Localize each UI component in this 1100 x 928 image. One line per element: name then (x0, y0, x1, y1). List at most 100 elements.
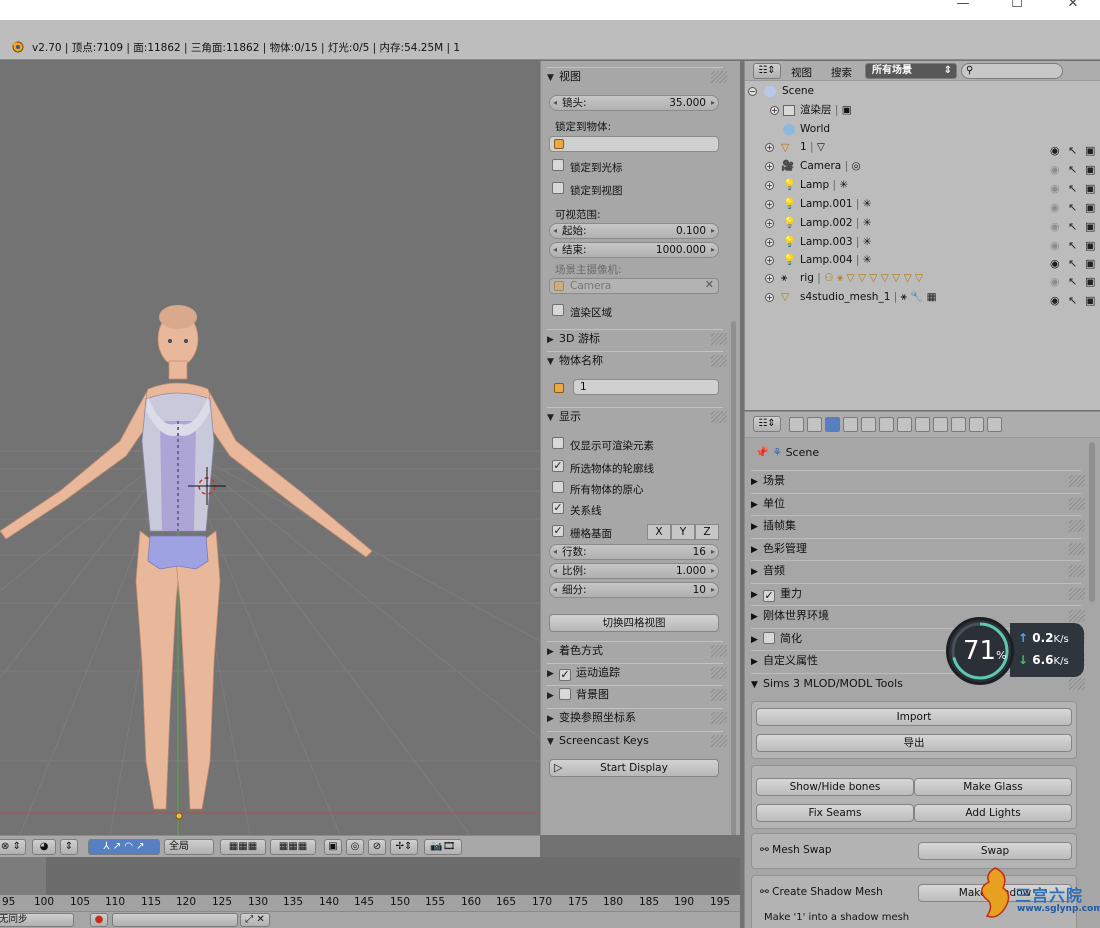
transform-orientation-select[interactable]: 全局 (164, 839, 214, 855)
object-tab-icon[interactable] (861, 417, 876, 432)
outliner-row-lamp-002[interactable]: + 💡 Lamp.002 | ✳ ◉ ↖ ▣ (745, 214, 1100, 233)
section-audio[interactable]: ▶ 音频 (751, 560, 1085, 580)
section-display[interactable]: ▼ 显示 (547, 407, 727, 425)
outliner-row-lamp-004[interactable]: + 💡 Lamp.004 | ✳ ◉ ↖ ▣ (745, 251, 1100, 270)
start-display-button[interactable]: ▷ Start Display (549, 759, 719, 777)
visibility-eye-icon[interactable]: ◉ (1050, 291, 1060, 310)
section-transform-orientations[interactable]: ▶ 变换参照坐标系 (547, 708, 727, 726)
outliner-search-input[interactable]: ⚲ (961, 63, 1063, 79)
section-shading[interactable]: ▶ 着色方式 (547, 641, 727, 659)
section-background-images[interactable]: ▶ 背景图 (547, 685, 727, 703)
shading-icon[interactable]: ◕ (32, 839, 56, 855)
outliner-row-1[interactable]: + ▽ 1 | ▽ ◉ ↖ ▣ (745, 138, 1100, 157)
close-icon[interactable]: ✕ (1050, 0, 1096, 20)
particles-tab-icon[interactable] (969, 417, 984, 432)
properties-n-panel[interactable]: ▼视图 镜头:35.000 锁定到物体: 锁定到光标 锁定到视图 可视范围: 起… (540, 61, 740, 835)
mode-icon[interactable]: ⊗ ⇕ (0, 839, 26, 855)
keying-set-field[interactable] (112, 913, 238, 927)
import-button[interactable]: Import (756, 708, 1072, 726)
select-pointer-icon[interactable]: ↖ (1068, 291, 1077, 310)
material-tab-icon[interactable] (933, 417, 948, 432)
pin-icon[interactable]: 📌 (755, 446, 769, 459)
make-glass-button[interactable]: Make Glass (914, 778, 1072, 796)
network-monitor-widget[interactable]: ↑ 0.2K/s ↓ 6.6K/s 71% (946, 617, 1084, 685)
texture-tab-icon[interactable] (951, 417, 966, 432)
outliner-row-scene[interactable]: − Scene (745, 82, 1100, 101)
all-origins-checkbox[interactable] (552, 481, 564, 493)
pivot-icon[interactable]: ⇕ (60, 839, 78, 855)
axis-x-toggle[interactable]: X (647, 524, 671, 540)
fix-seams-button[interactable]: Fix Seams (756, 804, 914, 822)
grid-floor-checkbox[interactable]: ✓ (552, 525, 564, 537)
npanel-scrollbar[interactable] (731, 321, 736, 835)
section-scene[interactable]: ▶ 场景 (751, 470, 1085, 490)
section-view[interactable]: ▼ 视图 (547, 67, 727, 85)
editor-type-icon[interactable]: ☷⇕ (753, 63, 781, 79)
outliner-row-world[interactable]: World (745, 120, 1100, 139)
constraints-tab-icon[interactable] (879, 417, 894, 432)
properties-scrollbar[interactable] (1089, 442, 1095, 602)
scene-tab-icon[interactable] (825, 417, 840, 432)
axis-y-toggle[interactable]: Y (671, 524, 695, 540)
section-keying-sets[interactable]: ▶ 插帧集 (751, 515, 1085, 535)
render-camera-icon[interactable]: ▣ (1085, 291, 1095, 310)
render-tab-icon[interactable] (789, 417, 804, 432)
simplify-checkbox[interactable] (763, 632, 775, 644)
grid-subdiv-field[interactable]: 细分:10 (549, 582, 719, 598)
outline-selected-checkbox[interactable]: ✓ (552, 460, 564, 472)
proportional-edit-icon[interactable]: ◎ (346, 839, 364, 855)
lock-layers-icon[interactable]: ▣ (324, 839, 342, 855)
outliner-search-menu[interactable]: 搜索 (831, 65, 852, 80)
record-icon[interactable]: ● (90, 913, 108, 927)
render-border-checkbox[interactable] (552, 304, 564, 316)
section-motion-tracking[interactable]: ▶ ✓ 运动追踪 (547, 663, 727, 681)
physics-tab-icon[interactable] (987, 417, 1002, 432)
gravity-checkbox[interactable]: ✓ (763, 590, 775, 602)
relationship-lines-checkbox[interactable]: ✓ (552, 502, 564, 514)
export-button[interactable]: 导出 (756, 734, 1072, 752)
section-item[interactable]: ▼ 物体名称 (547, 351, 727, 369)
axis-z-toggle[interactable]: Z (695, 524, 719, 540)
swap-button[interactable]: Swap (918, 842, 1072, 860)
scene-filter-select[interactable]: 所有场景 ⇕ (865, 63, 957, 79)
world-tab-icon[interactable] (843, 417, 858, 432)
keyframe-icons[interactable]: ⤢ ✕ (240, 913, 270, 927)
section-color-management[interactable]: ▶ 色彩管理 (751, 538, 1085, 558)
add-lights-button[interactable]: Add Lights (914, 804, 1072, 822)
lock-to-view-checkbox[interactable] (552, 182, 564, 194)
modifiers-tab-icon[interactable] (897, 417, 912, 432)
section-3d-cursor[interactable]: ▶ 3D 游标 (547, 329, 727, 347)
snap-icon[interactable]: ⊘ (368, 839, 386, 855)
motion-tracking-checkbox[interactable]: ✓ (559, 669, 571, 681)
layer-grid-1[interactable]: ▦▦▦ (220, 839, 266, 855)
only-render-checkbox[interactable] (552, 437, 564, 449)
section-screencast-keys[interactable]: ▼ Screencast Keys (547, 731, 727, 749)
render-layers-tab-icon[interactable] (807, 417, 822, 432)
lock-to-cursor-checkbox[interactable] (552, 159, 564, 171)
snap-target-icon[interactable]: ✢⇕ (390, 839, 418, 855)
layer-grid-2[interactable]: ▦▦▦ (270, 839, 316, 855)
show-hide-bones-button[interactable]: Show/Hide bones (756, 778, 914, 796)
section-units[interactable]: ▶ 单位 (751, 493, 1085, 513)
outliner-row-lamp-001[interactable]: + 💡 Lamp.001 | ✳ ◉ ↖ ▣ (745, 195, 1100, 214)
maximize-icon[interactable]: ☐ (994, 0, 1040, 20)
section-gravity[interactable]: ▶ ✓ 重力 (751, 583, 1085, 603)
lens-field[interactable]: 镜头:35.000 (549, 95, 719, 111)
outliner-row-lamp[interactable]: + 💡 Lamp | ✳ ◉ ↖ ▣ (745, 176, 1100, 195)
outliner-row-s4studio-mesh[interactable]: + ▽ s4studio_mesh_1 | ⚹ 🔧 ▦ ◉ ↖ ▣ (745, 288, 1100, 307)
outliner-row-renderlayers[interactable]: + 渲染层 | ▣ (745, 101, 1100, 120)
grid-scale-field[interactable]: 比例:1.000 (549, 563, 719, 579)
3d-viewport[interactable] (0, 61, 540, 835)
outliner-row-camera[interactable]: + 🎥 Camera | ◎ ◉ ↖ ▣ (745, 157, 1100, 176)
editor-type-icon[interactable]: ☷⇕ (753, 416, 781, 432)
clip-start-field[interactable]: 起始:0.100 (549, 223, 719, 239)
toggle-quad-view-button[interactable]: 切换四格视图 (549, 614, 719, 632)
minimize-icon[interactable]: — (940, 0, 986, 20)
outliner-view-menu[interactable]: 视图 (791, 65, 812, 80)
grid-lines-field[interactable]: 行数:16 (549, 544, 719, 560)
outliner[interactable]: ☷⇕ 视图 搜索 所有场景 ⇕ ⚲ − Scene + 渲染层 | ▣ World… (744, 61, 1100, 410)
render-icons[interactable]: 📷🎞 (424, 839, 462, 855)
outliner-row-lamp-003[interactable]: + 💡 Lamp.003 | ✳ ◉ ↖ ▣ (745, 233, 1100, 252)
sync-mode-select[interactable]: 无同步 (0, 913, 74, 927)
item-name-field[interactable]: 1 (573, 379, 719, 395)
